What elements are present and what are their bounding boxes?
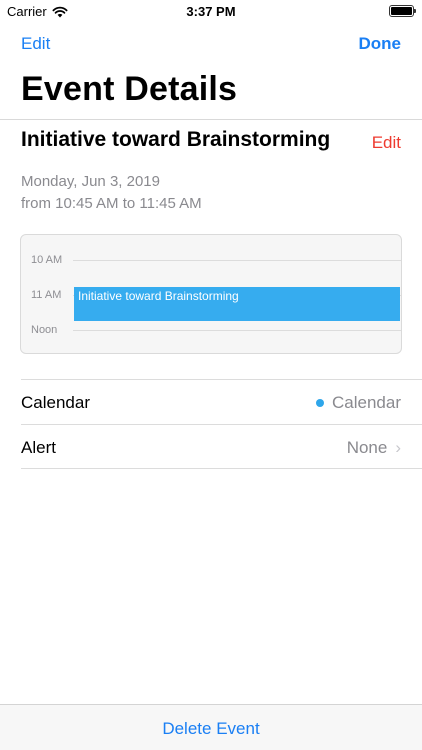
status-time: 3:37 PM: [186, 4, 236, 19]
battery-icon: [389, 5, 416, 17]
calendar-row-label: Calendar: [21, 393, 90, 412]
status-bar: Carrier 3:37 PM: [0, 0, 422, 22]
alert-value-text: None: [346, 438, 388, 457]
header-divider: [0, 119, 422, 120]
calendar-color-dot-icon: [316, 399, 324, 407]
hour-line: [73, 260, 401, 261]
hour-label-11am: 11 AM: [31, 289, 62, 301]
hour-label-noon: Noon: [31, 324, 58, 336]
nav-edit-button[interactable]: Edit: [21, 34, 50, 54]
alert-row-label: Alert: [21, 438, 56, 457]
alert-row-value: None ›: [347, 438, 401, 458]
hour-line: [73, 330, 401, 331]
event-block[interactable]: Initiative toward Brainstorming: [74, 287, 400, 321]
hour-label-10am: 10 AM: [31, 254, 63, 266]
alert-row[interactable]: Alert None ›: [0, 425, 422, 469]
battery-fill: [391, 7, 412, 15]
event-title: Initiative toward Brainstorming: [21, 128, 331, 151]
navigation-bar: Edit Done: [0, 22, 422, 66]
event-time-range: from 10:45 AM to 11:45 AM: [21, 195, 202, 212]
page-title: Event Details: [21, 70, 238, 108]
event-edit-button[interactable]: Edit: [372, 133, 401, 153]
calendar-value-text: Calendar: [332, 393, 401, 412]
calendar-row-value: Calendar: [316, 393, 401, 413]
chevron-right-icon: ›: [395, 438, 401, 457]
event-date: Monday, Jun 3, 2019: [21, 173, 160, 190]
calendar-row[interactable]: Calendar Calendar: [0, 380, 422, 424]
row-divider: [21, 468, 422, 469]
day-preview[interactable]: 10 AM 11 AM Noon Initiative toward Brain…: [20, 234, 402, 354]
bottom-toolbar: Delete Event: [0, 704, 422, 750]
delete-event-button[interactable]: Delete Event: [0, 719, 422, 739]
nav-done-button[interactable]: Done: [359, 34, 402, 54]
